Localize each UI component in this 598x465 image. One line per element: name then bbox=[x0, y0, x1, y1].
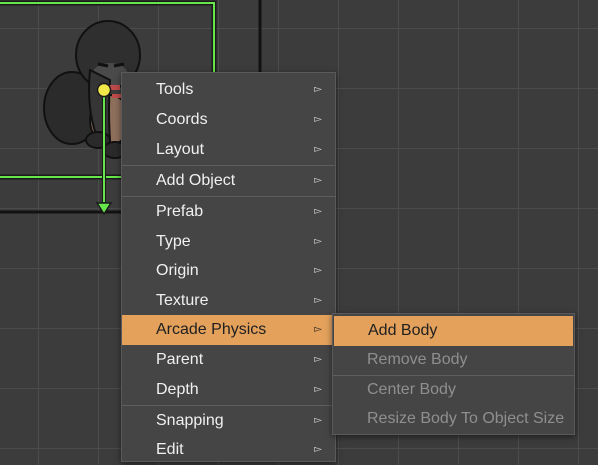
context-menu: Tools ▻ Coords ▻ Layout ▻ Add Object ▻ P… bbox=[121, 72, 336, 462]
menu-item-label: Depth bbox=[156, 381, 199, 398]
menu-item-tools[interactable]: Tools ▻ bbox=[122, 75, 335, 105]
menu-item-arcade-physics[interactable]: Arcade Physics ▻ bbox=[122, 315, 335, 345]
submenu-item-resize-body[interactable]: Resize Body To Object Size bbox=[333, 404, 574, 434]
menu-item-label: Parent bbox=[156, 351, 204, 368]
submenu-item-label: Resize Body To Object Size bbox=[367, 410, 565, 427]
origin-handle-icon[interactable] bbox=[96, 82, 112, 98]
menu-item-label: Tools bbox=[156, 81, 194, 98]
menu-item-label: Add Object bbox=[156, 172, 236, 189]
triangle-right-icon: ▻ bbox=[314, 354, 322, 365]
menu-item-label: Texture bbox=[156, 292, 209, 309]
triangle-right-icon: ▻ bbox=[314, 384, 322, 395]
submenu-item-center-body[interactable]: Center Body bbox=[333, 375, 574, 405]
triangle-right-icon: ▻ bbox=[314, 175, 322, 186]
submenu-item-label: Center Body bbox=[367, 381, 456, 398]
triangle-right-icon: ▻ bbox=[314, 84, 322, 95]
submenu-item-remove-body[interactable]: Remove Body bbox=[333, 345, 574, 375]
triangle-right-icon: ▻ bbox=[314, 265, 322, 276]
menu-item-parent[interactable]: Parent ▻ bbox=[122, 345, 335, 375]
menu-item-depth[interactable]: Depth ▻ bbox=[122, 375, 335, 405]
menu-item-label: Prefab bbox=[156, 203, 204, 220]
menu-item-snapping[interactable]: Snapping ▻ bbox=[122, 406, 335, 436]
submenu-item-label: Remove Body bbox=[367, 351, 468, 368]
triangle-right-icon: ▻ bbox=[314, 444, 322, 455]
menu-item-origin[interactable]: Origin ▻ bbox=[122, 256, 335, 286]
menu-item-prefab[interactable]: Prefab ▻ bbox=[122, 197, 335, 227]
triangle-right-icon: ▻ bbox=[314, 415, 322, 426]
submenu-item-label: Add Body bbox=[368, 322, 438, 339]
triangle-right-icon: ▻ bbox=[314, 236, 322, 247]
menu-item-label: Layout bbox=[156, 141, 205, 158]
menu-item-add-object[interactable]: Add Object ▻ bbox=[122, 166, 335, 196]
triangle-right-icon: ▻ bbox=[314, 206, 322, 217]
menu-item-type[interactable]: Type ▻ bbox=[122, 227, 335, 257]
menu-item-edit[interactable]: Edit ▻ bbox=[122, 435, 335, 465]
menu-item-label: Coords bbox=[156, 111, 208, 128]
submenu-item-add-body[interactable]: Add Body bbox=[334, 316, 573, 346]
menu-item-label: Arcade Physics bbox=[156, 321, 267, 338]
menu-item-label: Type bbox=[156, 233, 191, 250]
menu-item-layout[interactable]: Layout ▻ bbox=[122, 135, 335, 165]
menu-item-texture[interactable]: Texture ▻ bbox=[122, 286, 335, 316]
menu-item-coords[interactable]: Coords ▻ bbox=[122, 105, 335, 135]
menu-item-label: Edit bbox=[156, 441, 184, 458]
triangle-right-icon: ▻ bbox=[314, 295, 322, 306]
arcade-physics-submenu: Add Body Remove Body Center Body Resize … bbox=[332, 313, 575, 435]
menu-item-label: Origin bbox=[156, 262, 199, 279]
triangle-right-icon: ▻ bbox=[314, 114, 322, 125]
triangle-right-icon: ▻ bbox=[314, 324, 322, 335]
menu-item-label: Snapping bbox=[156, 412, 224, 429]
triangle-right-icon: ▻ bbox=[314, 144, 322, 155]
